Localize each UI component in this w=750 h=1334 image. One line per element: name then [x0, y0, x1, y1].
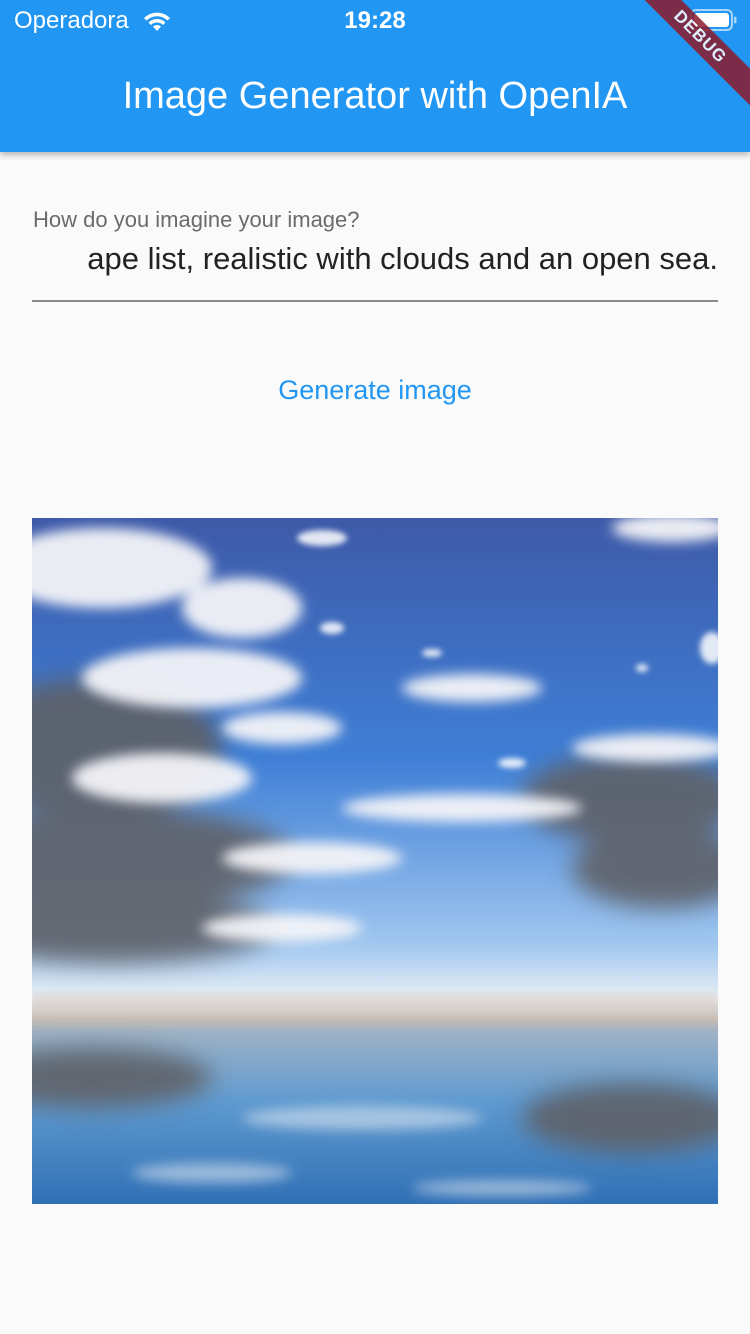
clock: 19:28 [344, 7, 406, 34]
prompt-field-label: How do you imagine your image? [33, 207, 360, 232]
app-bar: Operadora 19:28 Image Generator with Ope… [0, 0, 750, 152]
prompt-input-underline [32, 300, 718, 302]
generate-image-button[interactable]: Generate image [238, 362, 512, 418]
prompt-input[interactable] [32, 236, 718, 282]
status-bar: Operadora 19:28 [0, 0, 750, 40]
app-title: Image Generator with OpenIA [122, 75, 628, 117]
generated-image [32, 518, 718, 1204]
